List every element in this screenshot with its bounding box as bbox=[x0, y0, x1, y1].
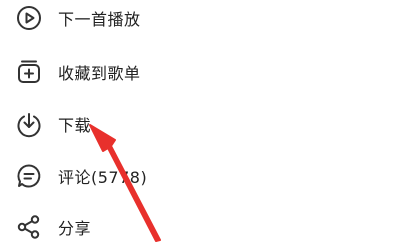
menu-item-label: 收藏到歌单 bbox=[58, 64, 141, 83]
menu-item-label: 评论(5778) bbox=[58, 168, 148, 187]
menu-item-play-next[interactable]: 下一首播放 bbox=[0, 0, 400, 40]
menu-item-label: 分享 bbox=[58, 219, 92, 238]
menu-item-label: 下载 bbox=[58, 116, 92, 135]
add-to-playlist-icon bbox=[14, 57, 44, 87]
comment-icon bbox=[14, 161, 44, 191]
download-icon bbox=[14, 109, 44, 139]
context-menu: 下一首播放 收藏到歌单 下载 评论(5778) 分享 bbox=[0, 0, 400, 251]
menu-item-add-to-playlist[interactable]: 收藏到歌单 bbox=[0, 50, 400, 94]
menu-item-label: 下一首播放 bbox=[58, 10, 141, 29]
menu-item-share[interactable]: 分享 bbox=[0, 205, 400, 249]
menu-item-comment[interactable]: 评论(5778) bbox=[0, 154, 400, 198]
share-icon bbox=[14, 212, 44, 242]
play-next-icon bbox=[14, 3, 44, 33]
menu-item-download[interactable]: 下载 bbox=[0, 102, 400, 146]
